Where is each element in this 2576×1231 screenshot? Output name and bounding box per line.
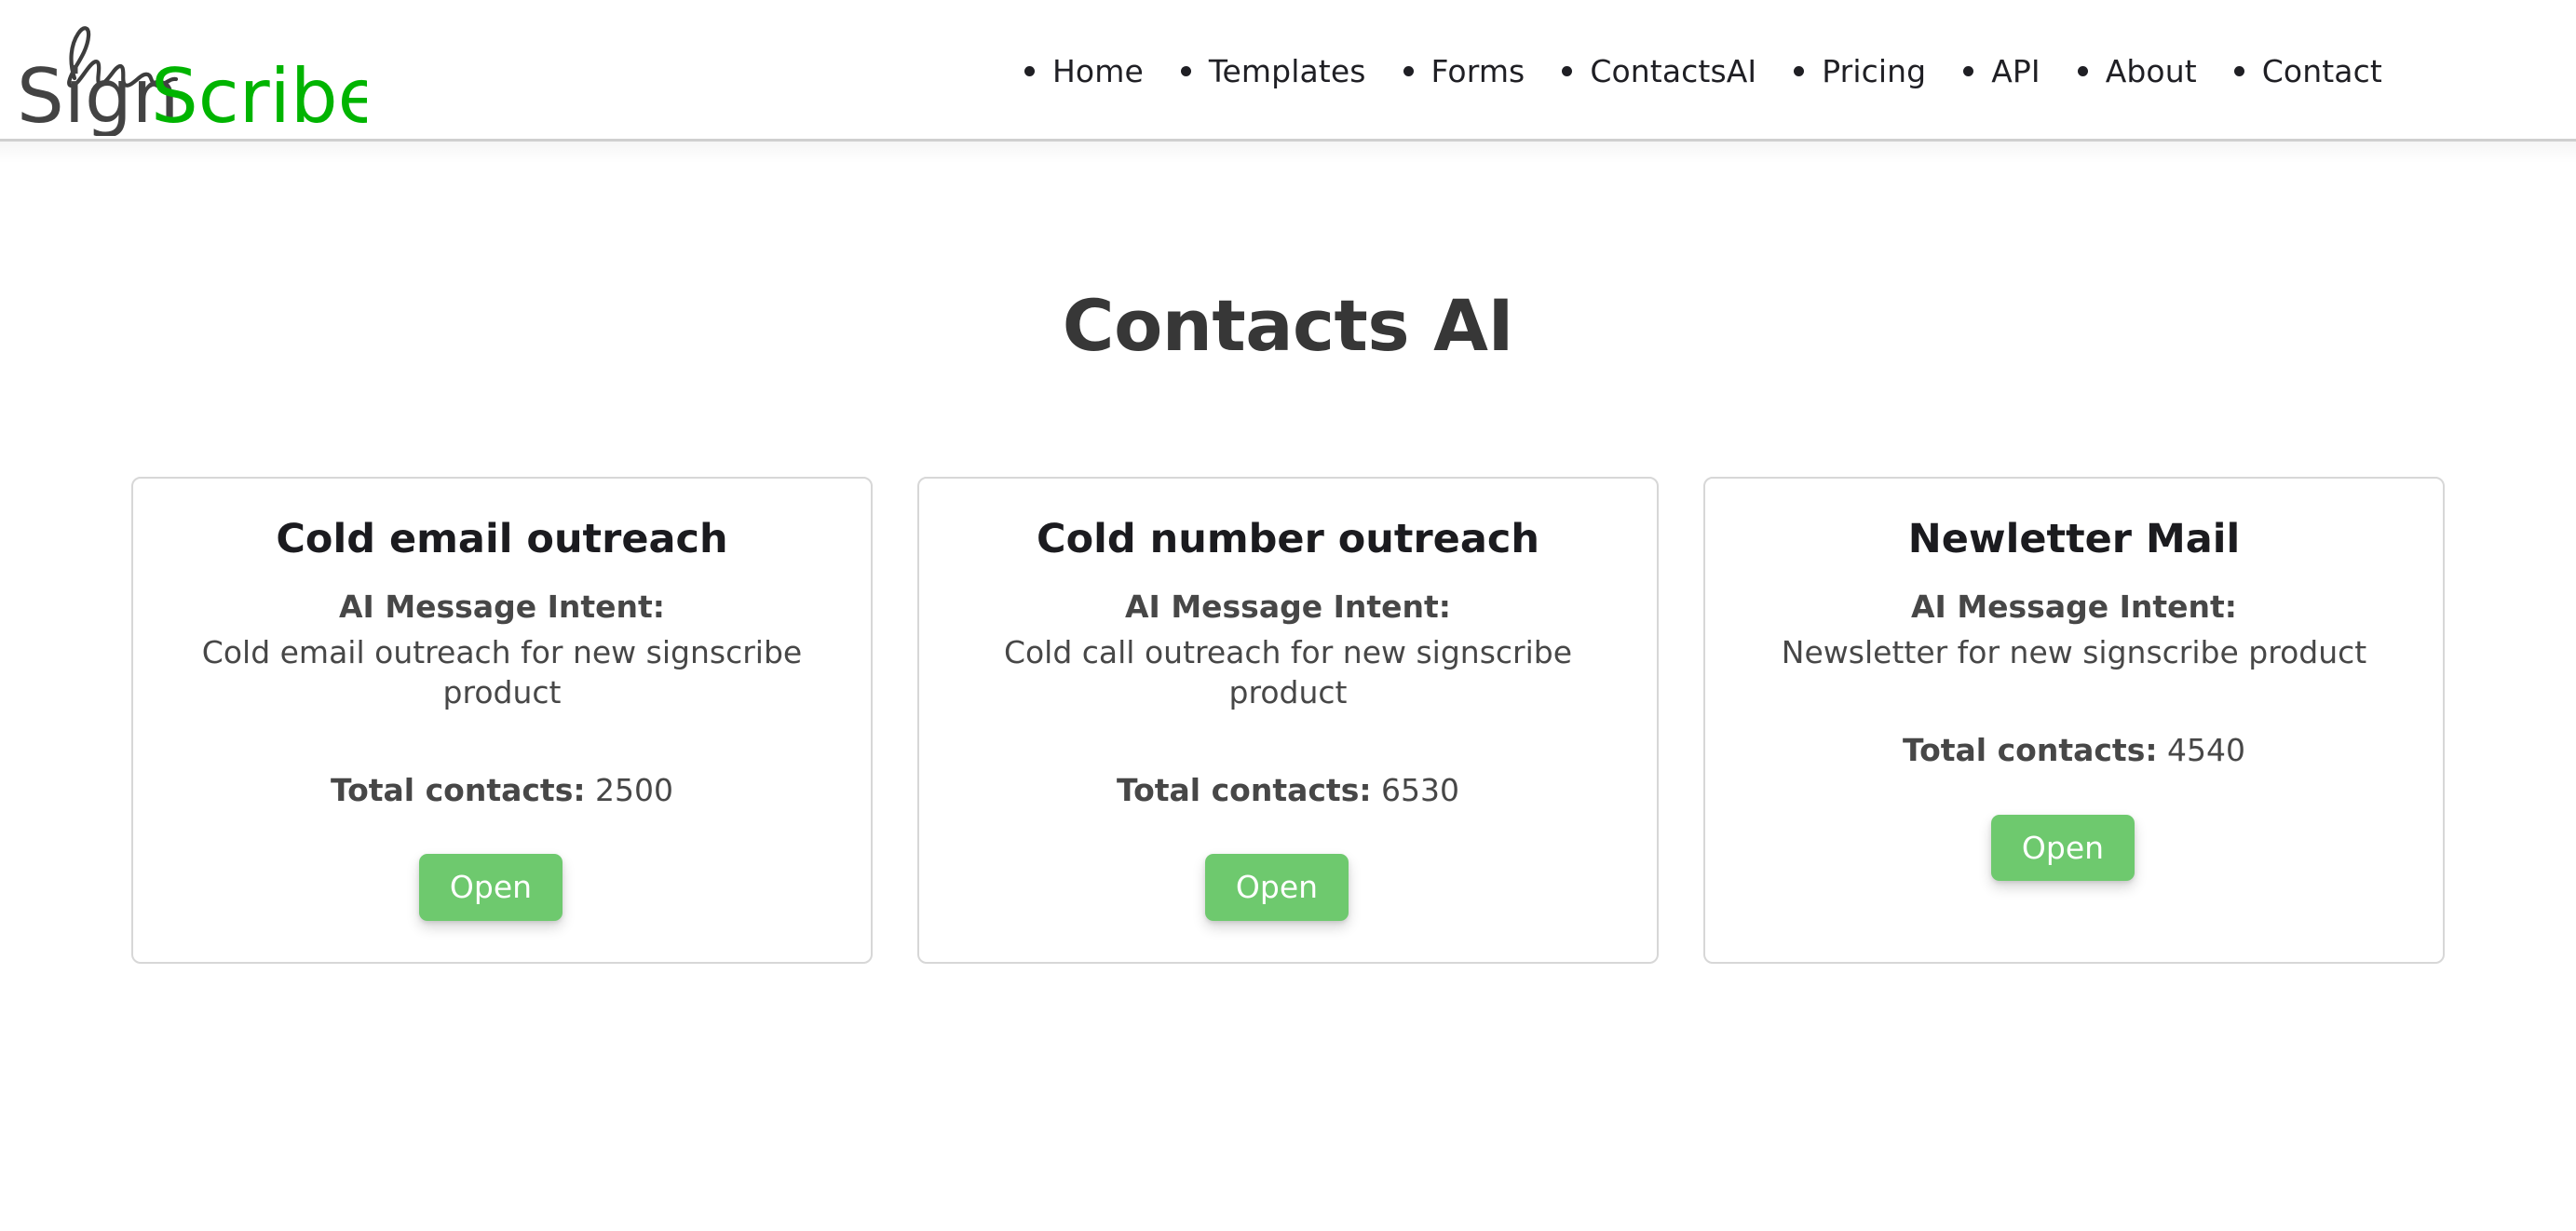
nav-item-contact[interactable]: Contact — [2233, 50, 2382, 92]
card-total-label: Total contacts: — [1116, 772, 1372, 809]
bullet-icon — [2233, 65, 2244, 76]
card-action-area: Open — [161, 854, 843, 921]
card-total-contacts: Total contacts: 6530 — [1117, 771, 1459, 809]
bullet-icon — [1403, 65, 1414, 76]
card-total-label: Total contacts: — [330, 772, 586, 809]
card-action-area: Open — [947, 854, 1629, 921]
page-title: Contacts AI — [1062, 284, 1514, 367]
main-content: Contacts AI Cold email outreach AI Messa… — [0, 142, 2576, 964]
nav-item-label: Templates — [1208, 52, 1366, 89]
contact-card: Newletter Mail AI Message Intent: Newsle… — [1703, 476, 2445, 964]
nav-item-label: Forms — [1430, 52, 1525, 89]
card-total-contacts: Total contacts: 4540 — [1903, 731, 2245, 769]
nav-item-home[interactable]: Home — [1024, 50, 1144, 92]
nav-item-forms[interactable]: Forms — [1403, 50, 1525, 92]
brand-logo[interactable]: Sign Scribe — [13, 6, 367, 136]
site-header: Sign Scribe Home Templates Forms Contact… — [0, 0, 2576, 163]
card-total-contacts: Total contacts: 2500 — [331, 771, 673, 809]
card-title: Cold email outreach — [276, 515, 728, 562]
nav-item-label: Contact — [2261, 52, 2382, 89]
nav-item-contactsai[interactable]: ContactsAI — [1562, 50, 1756, 92]
open-button[interactable]: Open — [1990, 814, 2135, 881]
card-intent-value: Cold email outreach for new signscribe p… — [201, 634, 803, 711]
signscribe-logo-svg: Sign Scribe — [17, 26, 367, 136]
nav-item-templates[interactable]: Templates — [1180, 50, 1366, 92]
card-title: Newletter Mail — [1907, 515, 2241, 562]
bullet-icon — [1963, 65, 1974, 76]
card-intent-label: AI Message Intent: — [339, 588, 665, 626]
nav-item-about[interactable]: About — [2077, 50, 2197, 92]
card-total-value: 6530 — [1381, 772, 1460, 809]
bullet-icon — [1180, 65, 1191, 76]
bullet-icon — [1024, 65, 1035, 76]
nav-item-label: About — [2105, 52, 2197, 89]
contact-campaign-cards: Cold email outreach AI Message Intent: C… — [131, 476, 2445, 964]
nav-item-label: Home — [1052, 52, 1144, 89]
card-total-value: 4540 — [2167, 732, 2246, 769]
brand-text-scribe: Scribe — [151, 53, 367, 136]
bullet-icon — [2077, 65, 2088, 76]
open-button[interactable]: Open — [1204, 854, 1349, 921]
card-intent-label: AI Message Intent: — [1125, 588, 1451, 626]
card-total-label: Total contacts: — [1902, 732, 2158, 769]
card-intent-value: Cold call outreach for new signscribe pr… — [1003, 634, 1573, 711]
nav-item-label: API — [1991, 52, 2040, 89]
contact-card: Cold email outreach AI Message Intent: C… — [131, 476, 873, 964]
nav-item-api[interactable]: API — [1963, 50, 2040, 92]
card-total-value: 2500 — [595, 772, 674, 809]
nav-item-label: ContactsAI — [1590, 52, 1757, 89]
nav-item-pricing[interactable]: Pricing — [1794, 50, 1926, 92]
nav-item-label: Pricing — [1822, 52, 1927, 89]
open-button[interactable]: Open — [418, 854, 563, 921]
main-navigation: Home Templates Forms ContactsAI Pricing … — [1024, 0, 2382, 142]
bullet-icon — [1562, 65, 1573, 76]
bullet-icon — [1794, 65, 1805, 76]
card-intent-value: Newsletter for new signscribe product — [1781, 634, 2367, 671]
card-intent-label: AI Message Intent: — [1911, 588, 2237, 626]
card-title: Cold number outreach — [1037, 515, 1539, 562]
card-action-area: Open — [1733, 814, 2415, 881]
contact-card: Cold number outreach AI Message Intent: … — [917, 476, 1659, 964]
